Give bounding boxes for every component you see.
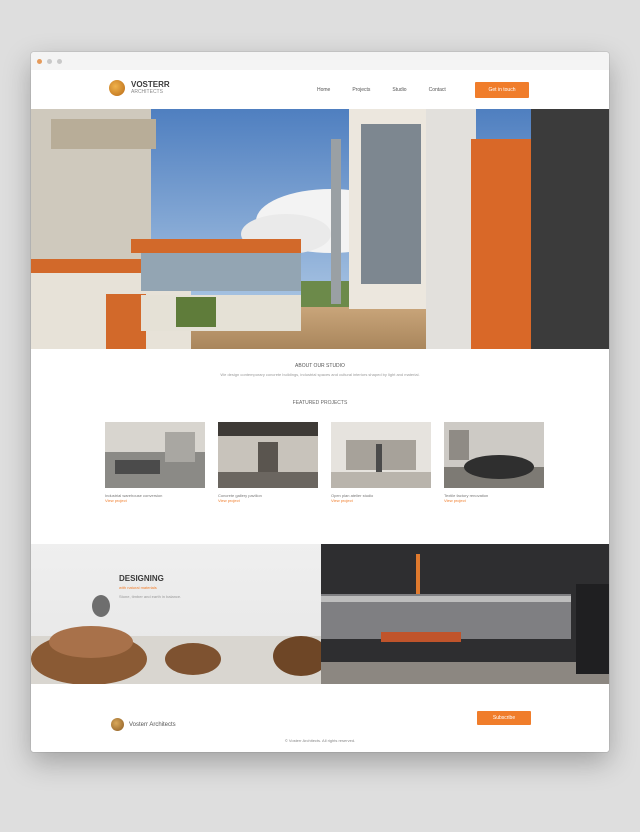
projects-title: FEATURED PROJECTS	[292, 400, 348, 406]
footer-cta-button[interactable]: Subscribe	[477, 711, 531, 725]
footer-logo-text: Vosterr Architects	[129, 721, 176, 728]
nav-item-home[interactable]: Home	[317, 87, 330, 93]
project-link[interactable]: View project	[331, 498, 431, 503]
hero-image	[31, 109, 609, 349]
window-minimize-icon[interactable]	[47, 58, 52, 64]
footer-logo[interactable]: Vosterr Architects	[111, 718, 176, 731]
project-card[interactable]: Industrial warehouse conversion View pro…	[105, 422, 205, 503]
nav-item-studio[interactable]: Studio	[392, 87, 406, 93]
nav-item-contact[interactable]: Contact	[429, 87, 446, 93]
main-menu: Home Projects Studio Contact	[317, 87, 446, 93]
nav-item-projects[interactable]: Projects	[352, 87, 370, 93]
project-image	[331, 422, 431, 488]
intro-section: ABOUT OUR STUDIO We design contemporary …	[31, 350, 609, 377]
project-card[interactable]: Concrete gallery pavilion View project	[218, 422, 318, 503]
logo-subtext: ARCHITECTS	[131, 89, 163, 95]
window-close-icon[interactable]	[37, 58, 42, 64]
site-header: VOSTERR ARCHITECTS Home Projects Studio …	[31, 70, 609, 108]
intro-text: We design contemporary concrete building…	[220, 372, 420, 377]
logo-icon	[109, 80, 125, 96]
project-link[interactable]: View project	[105, 498, 205, 503]
header-cta-button[interactable]: Get in touch	[475, 82, 529, 98]
site-logo[interactable]: VOSTERR ARCHITECTS	[109, 80, 170, 96]
feature-subtitle: with natural materials	[119, 585, 157, 590]
head-sculpture-icon	[92, 595, 110, 617]
footer-copyright: © Vosterr Architects. All rights reserve…	[284, 738, 356, 743]
project-card[interactable]: Open plan atelier studio View project	[331, 422, 431, 503]
project-image	[218, 422, 318, 488]
project-link[interactable]: View project	[218, 498, 318, 503]
site-footer: Vosterr Architects Subscribe © Vosterr A…	[31, 684, 609, 752]
logo-text: VOSTERR	[131, 80, 170, 89]
stones-image	[31, 595, 329, 685]
browser-toolbar	[31, 52, 609, 71]
feature-panel: DESIGNING with natural materials Stone, …	[31, 544, 329, 685]
project-link[interactable]: View project	[444, 498, 544, 503]
interior-image	[321, 544, 609, 684]
project-cards: Industrial warehouse conversion View pro…	[105, 422, 544, 503]
project-image	[444, 422, 544, 488]
feature-band: DESIGNING with natural materials Stone, …	[31, 544, 609, 685]
feature-text: Stone, timber and earth in balance.	[119, 594, 182, 599]
footer-logo-icon	[111, 718, 124, 731]
window-maximize-icon[interactable]	[57, 58, 62, 64]
feature-title: DESIGNING	[119, 574, 164, 583]
browser-window: VOSTERR ARCHITECTS Home Projects Studio …	[31, 52, 609, 752]
project-card[interactable]: Textile factory renovation View project	[444, 422, 544, 503]
intro-title: ABOUT OUR STUDIO	[295, 363, 345, 369]
project-image	[105, 422, 205, 488]
